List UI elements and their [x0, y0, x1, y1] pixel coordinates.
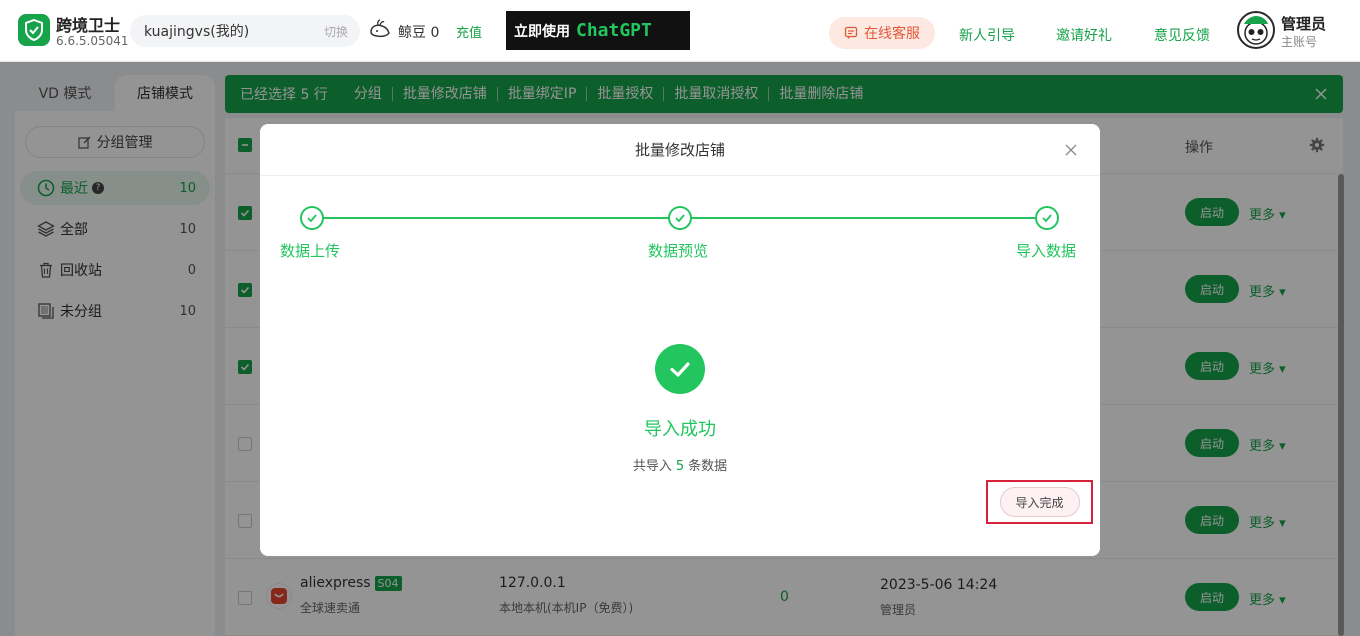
ad-text-brand: ChatGPT: [576, 20, 652, 41]
step-connector: [324, 217, 668, 219]
shield-logo-icon: [18, 14, 50, 46]
recharge-link[interactable]: 充值: [456, 22, 482, 41]
online-service-label: 在线客服: [864, 26, 920, 42]
step-check-icon: [668, 206, 692, 230]
step-label-preview: 数据预览: [648, 242, 709, 260]
ad-text-primary: 立即使用: [514, 23, 570, 40]
app-name: 跨境卫士: [56, 16, 121, 35]
modal-title: 批量修改店铺: [634, 141, 725, 159]
batch-edit-store-modal: 批量修改店铺 数据上传 数据预览 导入数据 导入成功 共导入 5 条数据 导入完成: [260, 124, 1100, 556]
user-name[interactable]: 管理员: [1281, 13, 1326, 34]
step-check-icon: [300, 206, 324, 230]
import-finish-button[interactable]: 导入完成: [999, 487, 1080, 517]
success-title: 导入成功: [644, 419, 716, 440]
close-icon[interactable]: [1062, 141, 1080, 159]
success-check-icon: [655, 344, 705, 394]
summary-suffix: 条数据: [688, 459, 728, 474]
newbie-guide-link[interactable]: 新人引导: [959, 25, 1015, 45]
step-check-icon: [1035, 206, 1059, 230]
app-header: 跨境卫士 6.6.5.05041 kuajingvs(我的) 切换 鲸豆 0 充…: [0, 0, 1360, 62]
user-avatar[interactable]: [1237, 11, 1275, 49]
modal-header: 批量修改店铺: [260, 124, 1100, 176]
chat-icon: [844, 26, 858, 39]
switch-account-link[interactable]: 切换: [324, 23, 348, 40]
finish-button-highlight: 导入完成: [986, 480, 1093, 524]
app-version: 6.6.5.05041: [56, 34, 129, 48]
user-role: 主账号: [1281, 35, 1318, 49]
online-service-button[interactable]: 在线客服: [829, 17, 935, 49]
step-label-import: 导入数据: [1016, 242, 1077, 260]
invite-friends-link[interactable]: 邀请好礼: [1056, 25, 1112, 45]
step-connector: [692, 217, 1035, 219]
success-summary: 共导入 5 条数据: [260, 455, 1100, 474]
beans-balance: 鲸豆 0: [398, 25, 440, 41]
summary-prefix: 共导入: [632, 459, 672, 474]
chatgpt-ad-banner[interactable]: 立即使用 ChatGPT: [506, 11, 690, 50]
account-name: kuajingvs(我的): [144, 24, 250, 40]
whale-icon: [368, 17, 392, 41]
feedback-link[interactable]: 意见反馈: [1154, 25, 1210, 45]
step-label-upload: 数据上传: [280, 242, 341, 260]
account-switcher[interactable]: kuajingvs(我的) 切换: [130, 15, 360, 47]
summary-count: 5: [675, 459, 685, 474]
